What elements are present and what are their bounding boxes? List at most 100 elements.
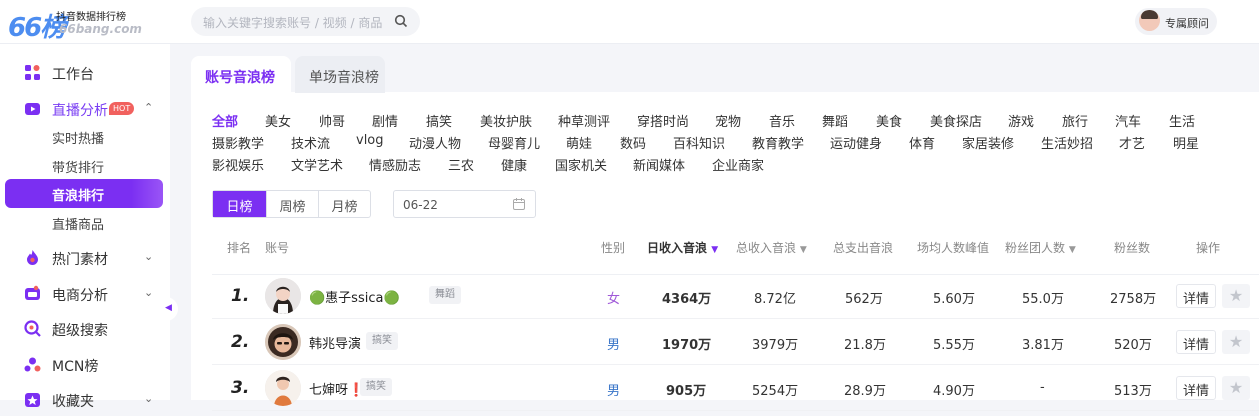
sidebar-item-label: 热门素材 xyxy=(52,252,108,268)
category-all[interactable]: 全部 xyxy=(212,111,238,130)
caret-left-icon: ◀ xyxy=(165,303,172,313)
category-item[interactable]: 教育教学 xyxy=(752,133,804,152)
sidebar-sub-sales-rank[interactable]: 带货排行 xyxy=(5,151,163,180)
category-item[interactable]: 帅哥 xyxy=(319,111,345,130)
column-total-income[interactable]: 总收入音浪 ▼ xyxy=(736,239,807,256)
category-item[interactable]: 明星 xyxy=(1173,133,1199,152)
category-item[interactable]: 动漫人物 xyxy=(409,133,461,152)
avatar[interactable] xyxy=(265,278,301,314)
category-item[interactable]: 影视娱乐 xyxy=(212,155,264,174)
chevron-down-icon[interactable]: ⌄ xyxy=(144,392,153,405)
tab-account-gift-rank[interactable]: 账号音浪榜 xyxy=(191,56,291,93)
category-item[interactable]: 宠物 xyxy=(715,111,741,130)
category-item[interactable]: 文学艺术 xyxy=(291,155,343,174)
category-item[interactable]: 母婴育儿 xyxy=(488,133,540,152)
category-item[interactable]: 美食 xyxy=(876,111,902,130)
category-item[interactable]: 摄影教学 xyxy=(212,133,264,152)
category-item[interactable]: 才艺 xyxy=(1119,133,1145,152)
sidebar-item-favorites[interactable]: 收藏夹 ⌄ xyxy=(0,382,170,416)
consultant-button[interactable]: 专属顾问 xyxy=(1135,8,1217,35)
chevron-up-icon[interactable]: ⌃ xyxy=(144,101,153,114)
daily-income: 1970万 xyxy=(662,338,712,353)
search-icon xyxy=(24,320,41,337)
account-name[interactable]: 🟢惠子ssica🟢 xyxy=(309,287,400,306)
sidebar-collapse-button[interactable]: ◀ xyxy=(160,297,178,321)
avatar[interactable] xyxy=(265,324,301,360)
fan-club: 3.81万 xyxy=(1022,338,1064,353)
category-item[interactable]: 汽车 xyxy=(1115,111,1141,130)
logo[interactable]: 66榜 抖音数据排行榜 66bang.com xyxy=(8,5,158,43)
sort-desc-icon: ▼ xyxy=(711,245,719,255)
sidebar-item-ecommerce[interactable]: 电商分析 ⌄ xyxy=(0,276,170,310)
sort-icon: ▼ xyxy=(799,245,807,255)
sidebar-item-workbench[interactable]: 工作台 xyxy=(0,55,170,89)
shop-icon xyxy=(25,285,40,300)
category-item[interactable]: 搞笑 xyxy=(426,111,452,130)
category-tag: 搞笑 xyxy=(360,378,392,396)
category-item[interactable]: 家居装修 xyxy=(962,133,1014,152)
category-item[interactable]: 舞蹈 xyxy=(822,111,848,130)
sidebar-sub-realtime[interactable]: 实时热播 xyxy=(5,122,163,151)
rank: 3. xyxy=(231,378,250,398)
category-item[interactable]: 企业商家 xyxy=(712,155,764,174)
rank: 2. xyxy=(231,332,250,352)
category-tag: 舞蹈 xyxy=(429,286,461,304)
detail-button[interactable]: 详情 xyxy=(1176,330,1216,354)
favorite-star-icon[interactable]: ★ xyxy=(1222,284,1250,308)
column-daily-income[interactable]: 日收入音浪 ▼ xyxy=(647,239,718,256)
date-picker[interactable]: 06-22 xyxy=(393,190,536,218)
category-item[interactable]: 情感励志 xyxy=(369,155,421,174)
chevron-down-icon[interactable]: ⌄ xyxy=(144,286,153,299)
column-fan-club[interactable]: 粉丝团人数 ▼ xyxy=(1005,239,1076,256)
tab-single-live-gift-rank[interactable]: 单场音浪榜 xyxy=(295,56,385,93)
category-item[interactable]: 萌娃 xyxy=(566,133,592,152)
chevron-down-icon[interactable]: ⌄ xyxy=(144,250,153,263)
category-item[interactable]: 国家机关 xyxy=(555,155,607,174)
favorite-star-icon[interactable]: ★ xyxy=(1222,330,1250,354)
category-item[interactable]: 新闻媒体 xyxy=(633,155,685,174)
category-item[interactable]: 数码 xyxy=(620,133,646,152)
avatar[interactable] xyxy=(265,370,301,406)
table-row: 3. 七婶呀❗ 搞笑 男 905万 5254万 28.9万 4.90万 - 51… xyxy=(212,365,1259,411)
category-item[interactable]: 美食探店 xyxy=(930,111,982,130)
sidebar-item-super-search[interactable]: 超级搜索 xyxy=(0,311,170,345)
live-icon xyxy=(25,103,40,115)
account-name[interactable]: 韩兆导演 xyxy=(309,333,361,352)
category-item[interactable]: 体育 xyxy=(909,133,935,152)
period-daily-button[interactable]: 日榜 xyxy=(213,191,266,217)
category-item[interactable]: 技术流 xyxy=(291,133,330,152)
sidebar-sub-gift-rank[interactable]: 音浪排行 xyxy=(5,179,163,208)
category-row: 影视娱乐 文学艺术 情感励志 三农 健康 国家机关 新闻媒体 企业商家 xyxy=(212,155,1252,177)
total-income: 8.72亿 xyxy=(754,292,796,307)
column-label: 日收入音浪 xyxy=(647,241,708,255)
category-item[interactable]: 生活妙招 xyxy=(1041,133,1093,152)
category-item[interactable]: 健康 xyxy=(501,155,527,174)
period-monthly-button[interactable]: 月榜 xyxy=(318,191,370,217)
sidebar-item-live-analysis[interactable]: 直播分析 HOT ⌃ xyxy=(0,91,170,125)
category-item[interactable]: 生活 xyxy=(1169,111,1195,130)
period-weekly-button[interactable]: 周榜 xyxy=(266,191,318,217)
category-item[interactable]: vlog xyxy=(356,133,384,148)
category-item[interactable]: 旅行 xyxy=(1062,111,1088,130)
category-item[interactable]: 穿搭时尚 xyxy=(637,111,689,130)
account-name[interactable]: 七婶呀❗ xyxy=(309,379,364,398)
detail-button[interactable]: 详情 xyxy=(1176,284,1216,308)
category-item[interactable]: 运动健身 xyxy=(830,133,882,152)
category-item[interactable]: 游戏 xyxy=(1008,111,1034,130)
category-item[interactable]: 种草测评 xyxy=(558,111,610,130)
detail-button[interactable]: 详情 xyxy=(1176,376,1216,400)
sidebar-item-mcn[interactable]: MCN榜 xyxy=(0,347,170,381)
category-item[interactable]: 三农 xyxy=(448,155,474,174)
category-item[interactable]: 剧情 xyxy=(372,111,398,130)
search-icon[interactable] xyxy=(394,14,408,28)
category-item[interactable]: 音乐 xyxy=(769,111,795,130)
sidebar-item-hot-material[interactable]: 热门素材 ⌄ xyxy=(0,240,170,274)
category-row: 摄影教学 技术流 vlog 动漫人物 母婴育儿 萌娃 数码 百科知识 教育教学 … xyxy=(212,133,1252,155)
favorite-star-icon[interactable]: ★ xyxy=(1222,376,1250,400)
consultant-avatar xyxy=(1139,10,1160,31)
search-input[interactable]: 输入关键字搜索账号 / 视频 / 商品 xyxy=(191,7,420,36)
category-item[interactable]: 百科知识 xyxy=(673,133,725,152)
sidebar-sub-live-products[interactable]: 直播商品 xyxy=(5,208,163,237)
category-item[interactable]: 美女 xyxy=(265,111,291,130)
category-item[interactable]: 美妆护肤 xyxy=(480,111,532,130)
